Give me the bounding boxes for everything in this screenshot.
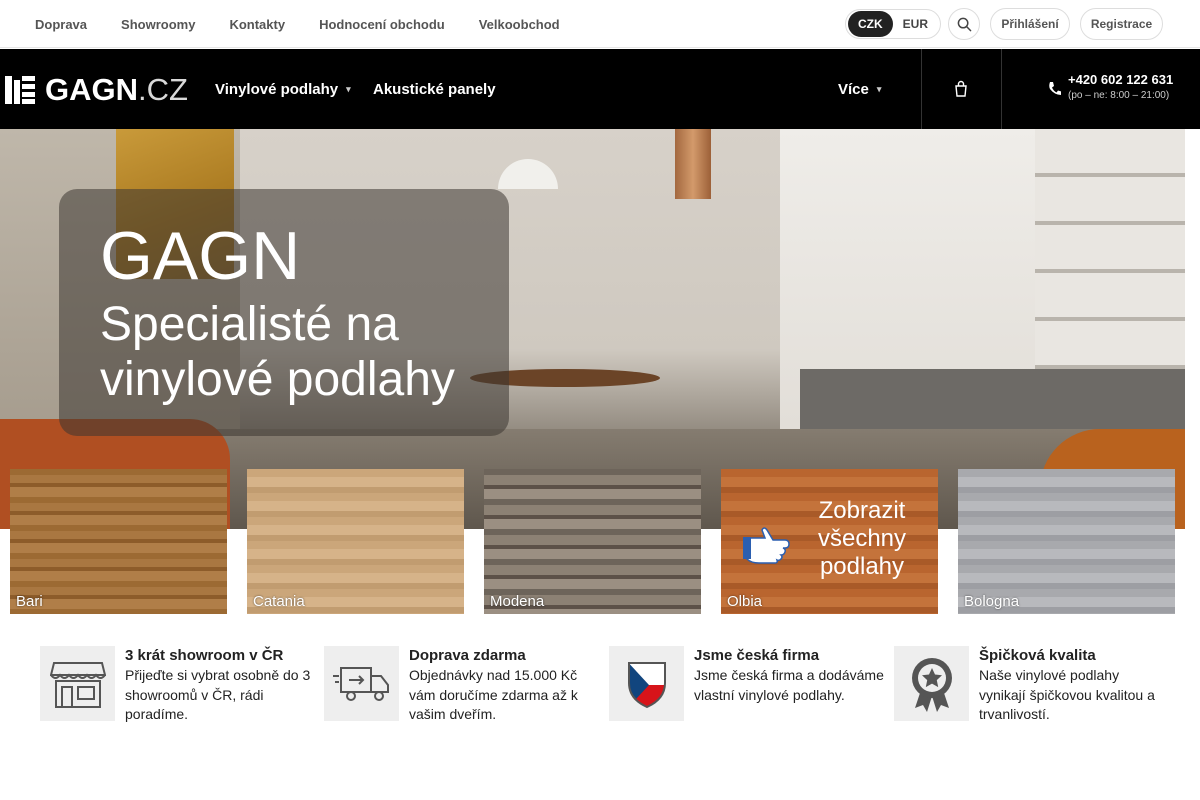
nav-item-label: Vinylové podlahy bbox=[215, 80, 339, 98]
phone-icon-wrap bbox=[1047, 49, 1061, 129]
tile-label: Olbia bbox=[727, 593, 763, 610]
tile-label: Bari bbox=[16, 593, 43, 610]
nav-more-label: Více bbox=[838, 80, 869, 98]
nav-vinylove-podlahy[interactable]: Vinylové podlahy ▾ bbox=[215, 49, 351, 129]
delivery-truck-icon bbox=[332, 666, 389, 701]
chevron-down-icon: ▾ bbox=[876, 83, 882, 94]
hero-bg-lamp bbox=[498, 159, 558, 189]
phone-icon bbox=[1049, 82, 1061, 95]
feature-quality: Špičková kvalita Naše vinylové podlahy v… bbox=[894, 646, 1174, 726]
feature-title: Špičková kvalita bbox=[979, 647, 1096, 664]
feature-icon-box bbox=[894, 646, 969, 721]
logo-tld: .CZ bbox=[138, 72, 188, 107]
cart-button[interactable] bbox=[952, 49, 970, 129]
floor-tile-catania[interactable]: Catania bbox=[247, 469, 464, 614]
feature-title: Doprava zdarma bbox=[409, 647, 526, 664]
logo-text: GAGN.CZ bbox=[45, 72, 188, 108]
floor-tile-olbia[interactable]: Zobrazit všechny podlahy Olbia bbox=[721, 469, 938, 614]
logo[interactable]: GAGN.CZ bbox=[5, 72, 188, 108]
feature-showroom: 3 krát showroom v ČR Přijeďte si vybrat … bbox=[40, 646, 320, 726]
currency-eur[interactable]: EUR bbox=[893, 11, 938, 37]
nav-divider bbox=[921, 49, 922, 129]
nav-item-label: Akustické panely bbox=[373, 80, 496, 98]
tile-label: Bologna bbox=[964, 593, 1020, 610]
hero-subtitle: Specialisté na vinylové podlahy bbox=[100, 298, 455, 406]
floor-tile-modena[interactable]: Modena bbox=[484, 469, 701, 614]
chevron-down-icon: ▾ bbox=[346, 83, 351, 94]
hero-bg-lamp-copper bbox=[675, 129, 711, 199]
feature-czech-company: Jsme česká firma Jsme česká firma a dodá… bbox=[609, 646, 889, 726]
logo-icon bbox=[5, 76, 35, 104]
main-nav: GAGN.CZ Vinylové podlahy ▾ Akustické pan… bbox=[0, 49, 1200, 129]
top-link-hodnoceni[interactable]: Hodnocení obchodu bbox=[319, 17, 445, 32]
feature-icon-box bbox=[40, 646, 115, 721]
nav-divider bbox=[1001, 49, 1002, 129]
top-link-showroomy[interactable]: Showroomy bbox=[121, 17, 195, 32]
top-link-doprava[interactable]: Doprava bbox=[35, 17, 87, 32]
hero-bg-counter bbox=[800, 369, 1185, 429]
feature-text: Objednávky nad 15.000 Kč vám doručíme zd… bbox=[409, 667, 578, 722]
top-bar: Doprava Showroomy Kontakty Hodnocení obc… bbox=[0, 0, 1200, 48]
pointing-hand-icon bbox=[743, 527, 790, 564]
phone-contact[interactable]: +420 602 122 631 (po – ne: 8:00 – 21:00) bbox=[1068, 72, 1173, 101]
currency-czk[interactable]: CZK bbox=[848, 11, 893, 37]
czech-flag-shield-icon bbox=[627, 661, 666, 708]
currency-switcher: CZK EUR bbox=[845, 9, 942, 39]
feature-text: Jsme česká firma a dodáváme vlastní viny… bbox=[694, 667, 884, 703]
feature-delivery: Doprava zdarma Objednávky nad 15.000 Kč … bbox=[324, 646, 604, 726]
nav-akusticke-panely[interactable]: Akustické panely bbox=[373, 49, 496, 129]
tile-label: Modena bbox=[490, 593, 545, 610]
feature-icon-box bbox=[324, 646, 399, 721]
quality-badge-icon bbox=[911, 657, 952, 712]
register-button[interactable]: Registrace bbox=[1080, 8, 1163, 40]
hero-title: GAGN bbox=[100, 218, 301, 294]
logo-name: GAGN bbox=[45, 72, 138, 107]
feature-title: 3 krát showroom v ČR bbox=[125, 647, 284, 664]
top-link-velkoobchod[interactable]: Velkoobchod bbox=[479, 17, 560, 32]
storefront-icon bbox=[49, 661, 106, 708]
floor-tile-bologna[interactable]: Bologna bbox=[958, 469, 1175, 614]
floor-tile-bari[interactable]: Bari bbox=[10, 469, 227, 614]
top-link-kontakty[interactable]: Kontakty bbox=[229, 17, 285, 32]
phone-hours: (po – ne: 8:00 – 21:00) bbox=[1068, 90, 1170, 101]
login-button[interactable]: Přihlášení bbox=[990, 8, 1070, 40]
feature-text: Přijeďte si vybrat osobně do 3 showroomů… bbox=[125, 667, 311, 722]
feature-icon-box bbox=[609, 646, 684, 721]
phone-number[interactable]: +420 602 122 631 bbox=[1068, 72, 1173, 87]
cart-icon bbox=[955, 80, 967, 97]
search-icon bbox=[957, 17, 971, 31]
top-links: Doprava Showroomy Kontakty Hodnocení obc… bbox=[35, 0, 594, 48]
tile-label: Catania bbox=[253, 593, 305, 610]
feature-title: Jsme česká firma bbox=[694, 647, 820, 664]
search-button[interactable] bbox=[948, 8, 980, 40]
nav-more[interactable]: Více ▾ bbox=[838, 49, 881, 129]
feature-text: Naše vinylové podlahy vynikají špičkovou… bbox=[979, 667, 1155, 722]
all-floors-cta[interactable]: Zobrazit všechny podlahy bbox=[807, 497, 917, 581]
